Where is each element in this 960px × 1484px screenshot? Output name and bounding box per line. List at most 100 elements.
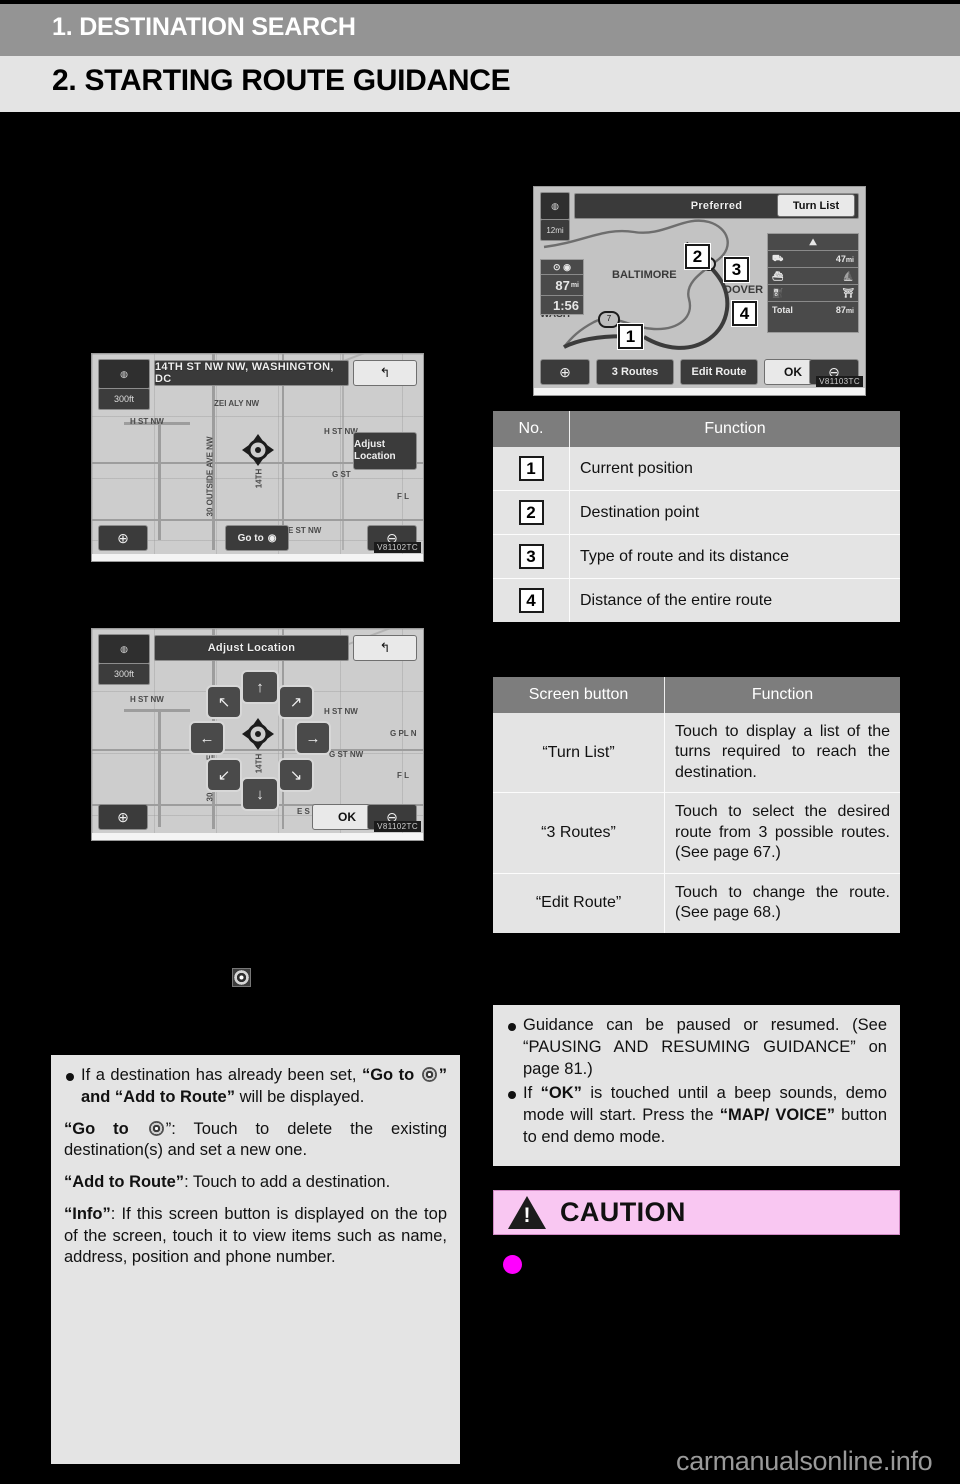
pan-right-button[interactable]: → xyxy=(295,721,331,755)
route-summary-panel: ⛰ ⛟ 47mi ⛴ ⛵ ⛽ ⛩ Total 87mi xyxy=(767,233,859,333)
street-label: H ST NW xyxy=(324,707,358,716)
edit-route-button[interactable]: Edit Route xyxy=(680,359,758,385)
table-row: 3 Type of route and its distance xyxy=(493,534,900,579)
map-cursor-icon xyxy=(242,434,274,466)
table-row: 2 Destination point xyxy=(493,490,900,535)
screen-button-cell: “Edit Route” xyxy=(493,873,665,933)
map-title-bar: Adjust Location xyxy=(154,635,349,661)
callout-badge: 2 xyxy=(518,500,544,525)
pan-up-button[interactable]: ↑ xyxy=(241,670,279,704)
street-label: E ST NW xyxy=(288,526,322,535)
map-screen-adjust-location: H ST NW H ST NW G PL N G ST NW F L E S 1… xyxy=(91,628,424,841)
section-header-bar: 2. STARTING ROUTE GUIDANCE xyxy=(0,56,960,112)
note-bold: “Add to Route” xyxy=(114,1087,235,1106)
caution-bullet-dot xyxy=(503,1255,522,1274)
callout-number-cell: 2 xyxy=(493,490,570,535)
turn-list-button[interactable]: Turn List xyxy=(777,194,855,217)
compass-icon[interactable]: ◍ xyxy=(98,634,150,664)
trip-info-panel: ⊙ ◉ 87 mi 1:56 xyxy=(540,259,584,315)
table-header-row: Screen button Function xyxy=(493,677,900,713)
right-note-box: Guidance can be paused or resumed. (See … xyxy=(493,1005,900,1166)
street-label: H ST NW xyxy=(130,417,164,426)
back-button[interactable]: ↰ xyxy=(353,635,417,661)
note-bold: “Info” xyxy=(64,1204,111,1223)
destination-target-icon xyxy=(421,1067,437,1082)
table-row: “Turn List” Touch to display a list of t… xyxy=(493,713,900,794)
map-scale-indicator: 12mi xyxy=(540,219,570,241)
street-label: G PL N xyxy=(390,729,417,738)
zoom-in-button[interactable]: ⊕ xyxy=(98,804,148,830)
trip-info-icons: ⊙ ◉ xyxy=(541,260,583,275)
screen-button-cell: “3 Routes” xyxy=(493,792,665,874)
pan-down-left-button[interactable]: ↙ xyxy=(206,758,242,792)
route-type-row-1: ⛰ xyxy=(768,234,858,251)
map-cursor-icon xyxy=(242,718,274,750)
pan-up-left-button[interactable]: ↖ xyxy=(206,685,242,719)
city-label: BALTIMORE xyxy=(612,269,677,281)
destination-target-icon xyxy=(232,968,251,987)
destination-target-icon xyxy=(148,1120,164,1136)
pan-down-right-button[interactable]: ↘ xyxy=(278,758,314,792)
table-row: 1 Current position xyxy=(493,447,900,491)
caution-banner: CAUTION xyxy=(493,1190,900,1235)
city-label: DOVER xyxy=(724,284,764,296)
street-label: E S xyxy=(297,807,310,816)
function-cell: Distance of the entire route xyxy=(569,578,900,622)
pan-down-button[interactable]: ↓ xyxy=(241,777,279,811)
col-header-function: Function xyxy=(569,411,900,447)
callout-badge: 4 xyxy=(518,588,544,613)
note-bold: “Add to Route” xyxy=(64,1173,185,1192)
pan-left-button[interactable]: ← xyxy=(189,721,225,755)
figure-code: V81102TC xyxy=(374,821,421,832)
go-to-button[interactable]: Go to ◉ xyxy=(225,525,289,551)
zoom-in-button[interactable]: ⊕ xyxy=(98,525,148,551)
compass-icon[interactable]: ◍ xyxy=(98,359,150,389)
street-label: G ST xyxy=(332,470,351,479)
page-title: 2. STARTING ROUTE GUIDANCE xyxy=(52,64,511,97)
callout-number-cell: 1 xyxy=(493,447,570,491)
zoom-in-button[interactable]: ⊕ xyxy=(540,359,590,385)
back-button[interactable]: ↰ xyxy=(353,360,417,386)
route-total-label: Total xyxy=(772,305,793,315)
warning-triangle-icon xyxy=(508,1196,546,1229)
trip-eta: 1:56 xyxy=(552,298,579,313)
note-text: If xyxy=(523,1084,541,1103)
street-label: 30 OUTSIDE AVE NW xyxy=(205,436,215,517)
street-label: G ST NW xyxy=(329,750,364,759)
screen-button-cell: “Turn List” xyxy=(493,713,665,794)
street-label: 14TH xyxy=(254,468,264,489)
page-body: H ST NW ZEI ALY NW H ST NW G ST E ST NW … xyxy=(0,112,960,1484)
note-bullet-destination-set: If a destination has already been set, “… xyxy=(64,1065,447,1109)
trip-distance-row: 87 mi xyxy=(541,275,583,296)
callout-2: 2 xyxy=(685,244,710,269)
function-cell: Type of route and its distance xyxy=(569,534,900,579)
table-header-row: No. Function xyxy=(493,411,900,447)
note-text: : If this screen button is displayed on … xyxy=(64,1204,447,1267)
callout-4: 4 xyxy=(732,301,757,326)
trip-eta-row: 1:56 xyxy=(541,296,583,315)
map-screen-destination: H ST NW ZEI ALY NW H ST NW G ST E ST NW … xyxy=(91,353,424,562)
figure-code: V81103TC xyxy=(816,376,863,387)
screen-button-function-table: Screen button Function “Turn List” Touch… xyxy=(493,677,900,933)
three-routes-button[interactable]: 3 Routes xyxy=(596,359,674,385)
street-label: 14TH xyxy=(254,753,264,774)
route-type-row-4: ⛽ ⛩ xyxy=(768,285,858,302)
route-total-unit: mi xyxy=(845,308,854,315)
route-overview-screen: BALTIMORE DOVER WASH 7 ◍ 12mi Preferred … xyxy=(533,186,866,396)
pan-up-right-button[interactable]: ↗ xyxy=(278,685,314,719)
adjust-location-button[interactable]: Adjust Location xyxy=(353,432,417,470)
trip-distance: 87 xyxy=(555,277,570,293)
note-bold: “Go to xyxy=(64,1119,147,1138)
callout-number-cell: 4 xyxy=(493,578,570,622)
callout-function-table: No. Function 1 Current position 2 Destin… xyxy=(493,411,900,622)
note-text: will be displayed. xyxy=(234,1087,365,1106)
note-para-goto: “Go to ”: Touch to delete the existing d… xyxy=(64,1119,447,1163)
note-bold: “MAP/ VOICE” xyxy=(719,1106,835,1125)
chapter-header-bar: 1. DESTINATION SEARCH xyxy=(0,4,960,56)
route-type-row-3: ⛴ ⛵ xyxy=(768,268,858,285)
compass-icon[interactable]: ◍ xyxy=(540,192,570,220)
caution-label: CAUTION xyxy=(560,1197,686,1227)
table-row: 4 Distance of the entire route xyxy=(493,578,900,622)
function-cell: Current position xyxy=(569,447,900,491)
callout-3: 3 xyxy=(724,257,749,282)
